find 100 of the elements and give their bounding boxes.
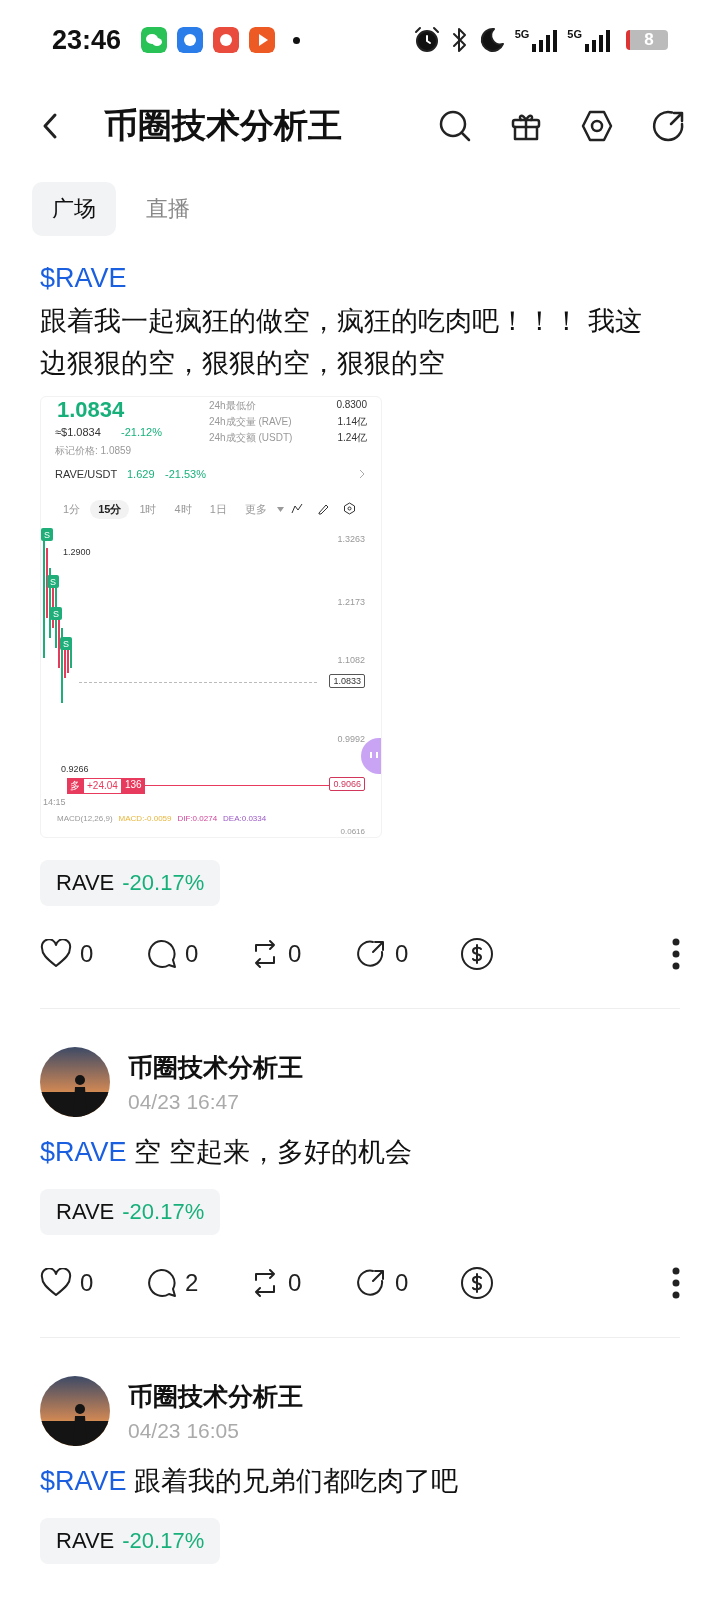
notification-dot-icon [293, 36, 301, 44]
share-button[interactable]: 0 [355, 938, 460, 970]
sell-marker: S [60, 637, 72, 650]
high-price-label: 1.2900 [63, 547, 91, 557]
usd-price: ≈$1.0834 [55, 426, 101, 438]
axis-label: 1.1082 [337, 655, 365, 665]
search-button[interactable] [438, 109, 472, 143]
position-pnl: +24.04 [83, 778, 122, 794]
repost-button[interactable]: 0 [250, 1268, 355, 1298]
axis-label: 0.9992 [337, 734, 365, 744]
network-label: 5G [567, 28, 582, 40]
share-icon [355, 938, 387, 970]
post-time: 04/23 16:05 [128, 1418, 240, 1443]
price-change: -21.12% [121, 426, 162, 438]
ticker-link[interactable]: $RAVE [40, 260, 127, 296]
alarm-icon [412, 26, 441, 54]
more-icon [672, 1267, 680, 1299]
settings-button[interactable] [580, 109, 614, 143]
comment-button[interactable]: 0 [145, 938, 250, 970]
stat-value: 1.14亿 [337, 415, 367, 429]
pen-icon [317, 503, 329, 515]
sell-marker: S [50, 607, 62, 620]
clock: 23:46 [52, 24, 122, 56]
stat-value: 1.24亿 [337, 431, 367, 445]
price: 1.0834 [57, 397, 125, 423]
app-icon [177, 27, 204, 53]
ticker-link[interactable]: $RAVE [40, 1466, 127, 1496]
chevron-right-icon [359, 469, 365, 479]
ticker-tag[interactable]: RAVE -20.17% [40, 1189, 221, 1235]
indicator-icon [291, 503, 303, 515]
signal-icon [531, 28, 558, 52]
low-price-label: 0.9266 [61, 764, 89, 774]
comment-icon [145, 938, 177, 970]
dif-value: DIF:0.0274 [177, 814, 218, 823]
like-button[interactable]: 0 [40, 939, 145, 969]
share-button[interactable] [652, 109, 686, 143]
tab[interactable]: 广场 [32, 182, 116, 236]
mark-price: 标记价格: 1.0859 [55, 444, 132, 458]
chat-bubble-icon [141, 27, 168, 53]
macd-value: MACD:-0.0059 [118, 814, 172, 823]
post-text: $RAVE 空 空起来，多好的机会 [40, 1136, 413, 1169]
heart-icon [40, 939, 72, 969]
tag-change: -20.17% [122, 870, 205, 896]
ticker-tag[interactable]: RAVE -20.17% [40, 1518, 221, 1564]
axis-label: 0.0616 [340, 827, 365, 836]
settings-icon [343, 502, 356, 515]
ticker-tag[interactable]: RAVE -20.17% [40, 860, 221, 906]
more-icon [672, 938, 680, 970]
stat-label: 24h成交量 (RAVE) [209, 415, 292, 429]
bluetooth-icon [450, 27, 469, 53]
author-name: 币圈技术分析王 [128, 1051, 303, 1083]
tab[interactable]: 直播 [126, 182, 210, 236]
page-title: 币圈技术分析王 [104, 105, 343, 146]
comment-icon [145, 1267, 177, 1299]
interval-tab[interactable]: 15分 [90, 500, 130, 519]
repost-button[interactable]: 0 [250, 939, 355, 969]
ticker-link[interactable]: $RAVE [40, 1137, 127, 1167]
current-price-tag: 1.0833 [329, 674, 365, 688]
tag-symbol: RAVE [56, 1199, 115, 1225]
share-button[interactable]: 0 [355, 1267, 460, 1299]
like-button[interactable]: 0 [40, 1268, 145, 1298]
settings-icon [580, 109, 614, 143]
share-icon [652, 109, 686, 143]
pair-price: 1.629 [127, 468, 155, 480]
tag-change: -20.17% [122, 1199, 205, 1225]
stat-label: 24h成交额 (USDT) [209, 431, 293, 445]
post-text: $RAVE 跟着我的兄弟们都吃肉了吧 [40, 1465, 460, 1498]
moon-icon [478, 27, 505, 53]
post-text: 跟着我一起疯狂的做空，疯狂的吃肉吧！！！ 我这边狠狠的空，狠狠的空，狠狠的空 [40, 305, 643, 380]
search-icon [438, 109, 472, 143]
tag-symbol: RAVE [56, 1528, 115, 1554]
axis-label: 1.2173 [337, 597, 365, 607]
caret-icon [276, 507, 284, 512]
pair-name: RAVE/USDT [55, 468, 118, 480]
more-button[interactable] [672, 1267, 680, 1299]
macd-title: MACD(12,26,9) [57, 814, 113, 823]
stat-label: 24h最低价 [209, 399, 256, 413]
signal-icon [584, 28, 610, 52]
battery-level: 8 [626, 30, 668, 50]
dea-value: DEA:0.0334 [223, 814, 267, 823]
stat-value: 0.8300 [336, 399, 367, 410]
app-icon [213, 27, 240, 53]
heart-icon [40, 1268, 72, 1298]
comment-button[interactable]: 2 [145, 1267, 250, 1299]
share-icon [355, 1267, 387, 1299]
sell-marker: S [47, 575, 59, 588]
network-label: 5G [514, 28, 530, 40]
tag-symbol: RAVE [56, 870, 115, 896]
position-size: 136 [121, 778, 145, 794]
play-icon [249, 27, 276, 53]
axis-label: 1.3263 [337, 534, 365, 544]
position-price-tag: 0.9066 [329, 777, 365, 791]
position-side: 多 [67, 778, 83, 794]
tag-change: -20.17% [122, 1528, 205, 1554]
more-button[interactable] [672, 938, 680, 970]
dollar-coin-icon [460, 937, 494, 971]
pair-change: -21.53% [165, 468, 206, 480]
time-label: 14:15 [43, 797, 66, 807]
sell-marker: S [41, 528, 53, 541]
post-time: 04/23 16:47 [128, 1089, 240, 1114]
